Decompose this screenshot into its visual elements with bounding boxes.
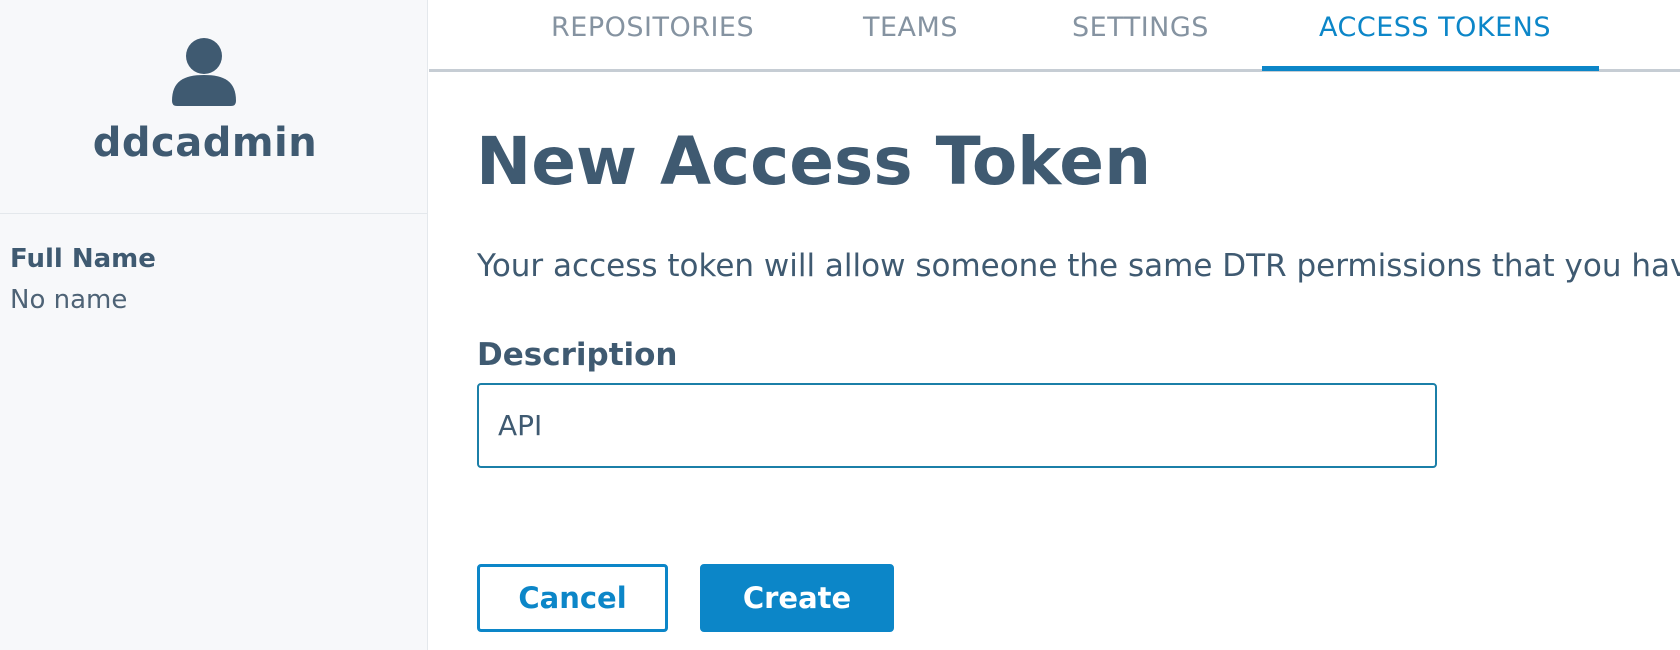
full-name-label: Full Name xyxy=(10,244,156,274)
tab-teams[interactable]: TEAMS xyxy=(863,12,958,43)
tab-access-tokens[interactable]: ACCESS TOKENS xyxy=(1319,12,1551,43)
tab-repositories[interactable]: REPOSITORIES xyxy=(551,12,754,43)
description-input[interactable] xyxy=(477,383,1437,468)
tab-settings[interactable]: SETTINGS xyxy=(1072,12,1209,43)
cancel-button[interactable]: Cancel xyxy=(477,564,668,632)
profile-card: ddcadmin xyxy=(0,0,427,214)
description-label: Description xyxy=(477,337,678,373)
create-button[interactable]: Create xyxy=(700,564,894,632)
app-root: ddcadmin Full Name No name REPOSITORIES … xyxy=(0,0,1680,650)
tab-bar: REPOSITORIES TEAMS SETTINGS ACCESS TOKEN… xyxy=(429,0,1680,72)
username: ddcadmin xyxy=(92,120,318,166)
full-name-value: No name xyxy=(10,285,128,315)
user-icon xyxy=(172,38,236,106)
sidebar: ddcadmin Full Name No name xyxy=(0,0,428,650)
page-title: New Access Token xyxy=(476,123,1152,200)
page-description: Your access token will allow someone the… xyxy=(477,248,1680,284)
active-tab-indicator xyxy=(1262,66,1599,71)
